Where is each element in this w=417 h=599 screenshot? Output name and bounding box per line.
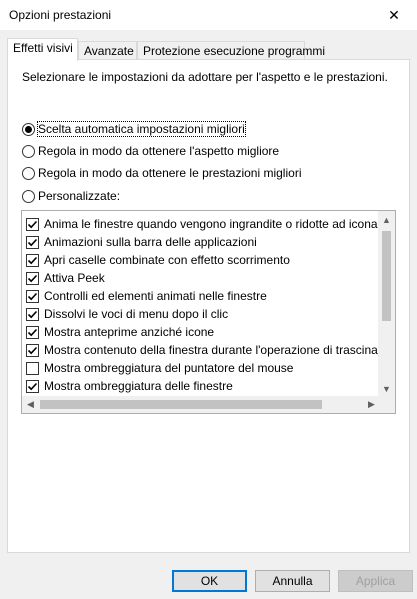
- radio-label: Regola in modo da ottenere l'aspetto mig…: [38, 144, 280, 158]
- radio-label: Scelta automatica impostazioni migliori: [37, 121, 246, 137]
- performance-options-dialog: Opzioni prestazioni ✕ Effetti visivi Ava…: [0, 0, 417, 599]
- horizontal-scroll-thumb[interactable]: [40, 400, 322, 409]
- effects-list-items: Anima le finestre quando vengono ingrand…: [22, 211, 380, 397]
- tab-label: Avanzate: [84, 44, 134, 58]
- list-item-label: Dissolvi le voci di menu dopo il clic: [44, 307, 229, 321]
- list-item-label: Apri caselle combinate con effetto scorr…: [44, 253, 290, 267]
- list-item[interactable]: Anima le finestre quando vengono ingrand…: [26, 215, 378, 233]
- list-item-label: Mostra contenuto della finestra durante …: [44, 343, 380, 357]
- list-item-label: Attiva Peek: [44, 271, 105, 285]
- checkmark-icon: [27, 310, 38, 318]
- checkbox[interactable]: [26, 235, 39, 249]
- radio-let-windows-choose[interactable]: Scelta automatica impostazioni migliori: [22, 120, 246, 138]
- list-item[interactable]: Mostra anteprime anziché icone: [26, 323, 214, 341]
- close-button[interactable]: ✕: [371, 0, 417, 30]
- list-item[interactable]: Mostra ombreggiatura delle finestre: [26, 377, 233, 395]
- checkbox[interactable]: [26, 271, 39, 285]
- checkmark-icon: [27, 346, 38, 354]
- horizontal-scrollbar[interactable]: ◀ ▶: [22, 396, 380, 413]
- visual-effects-panel: Selezionare le impostazioni da adottare …: [7, 59, 410, 553]
- ok-button[interactable]: OK: [172, 570, 247, 592]
- tab-label: Effetti visivi: [13, 41, 73, 55]
- tab-visual-effects[interactable]: Effetti visivi: [7, 38, 78, 61]
- list-item[interactable]: Dissolvi le voci di menu dopo il clic: [26, 305, 228, 323]
- list-item[interactable]: Mostra ombreggiatura del puntatore del m…: [26, 359, 293, 377]
- list-item[interactable]: Mostra contenuto della finestra durante …: [26, 341, 380, 359]
- tab-advanced[interactable]: Avanzate: [78, 41, 137, 60]
- scroll-down-icon[interactable]: ▼: [378, 380, 395, 397]
- title-bar: Opzioni prestazioni ✕: [0, 0, 417, 30]
- checkbox[interactable]: [26, 361, 39, 375]
- tab-data-execution-prevention[interactable]: Protezione esecuzione programmi: [137, 41, 325, 60]
- list-item[interactable]: Apri caselle combinate con effetto scorr…: [26, 251, 290, 269]
- list-item[interactable]: Attiva Peek: [26, 269, 105, 287]
- list-item-label: Anima le finestre quando vengono ingrand…: [44, 217, 378, 231]
- radio-label: Personalizzate:: [38, 189, 121, 203]
- checkbox[interactable]: [26, 307, 39, 321]
- radio-best-appearance[interactable]: Regola in modo da ottenere l'aspetto mig…: [22, 142, 279, 160]
- list-item-label: Mostra ombreggiatura del puntatore del m…: [44, 361, 294, 375]
- scroll-up-icon[interactable]: ▲: [378, 211, 395, 228]
- scroll-left-icon[interactable]: ◀: [22, 396, 39, 413]
- window-title: Opzioni prestazioni: [9, 8, 112, 22]
- radio-indicator[interactable]: [22, 144, 35, 158]
- checkmark-icon: [27, 328, 38, 336]
- apply-button[interactable]: Applica: [338, 570, 413, 592]
- list-item-label: Animazioni sulla barra delle applicazion…: [44, 235, 257, 249]
- vertical-scroll-thumb[interactable]: [382, 231, 391, 321]
- checkmark-icon: [27, 292, 38, 300]
- checkbox[interactable]: [26, 379, 39, 393]
- list-item-label: Controlli ed elementi animati nelle fine…: [44, 289, 267, 303]
- checkmark-icon: [27, 382, 38, 390]
- tab-strip: Effetti visivi Avanzate Protezione esecu…: [7, 38, 411, 61]
- radio-indicator[interactable]: [22, 122, 35, 136]
- radio-best-performance[interactable]: Regola in modo da ottenere le prestazion…: [22, 164, 301, 182]
- checkbox[interactable]: [26, 325, 39, 339]
- scrollbar-corner: [378, 396, 395, 413]
- list-item-label: Mostra anteprime anziché icone: [44, 325, 215, 339]
- close-icon: ✕: [388, 6, 400, 23]
- list-item-label: Mostra ombreggiatura delle finestre: [44, 379, 233, 393]
- visual-effects-list[interactable]: Anima le finestre quando vengono ingrand…: [21, 210, 396, 414]
- list-item[interactable]: Controlli ed elementi animati nelle fine…: [26, 287, 267, 305]
- checkbox[interactable]: [26, 343, 39, 357]
- vertical-scrollbar[interactable]: ▲ ▼: [378, 211, 395, 397]
- checkbox[interactable]: [26, 217, 39, 231]
- radio-indicator[interactable]: [22, 189, 35, 203]
- radio-label: Regola in modo da ottenere le prestazion…: [38, 166, 302, 180]
- radio-indicator[interactable]: [22, 166, 35, 180]
- cancel-button[interactable]: Annulla: [255, 570, 330, 592]
- list-item[interactable]: Animazioni sulla barra delle applicazion…: [26, 233, 257, 251]
- checkmark-icon: [27, 274, 38, 282]
- checkmark-icon: [27, 220, 38, 228]
- panel-description: Selezionare le impostazioni da adottare …: [22, 70, 388, 84]
- checkmark-icon: [27, 256, 38, 264]
- checkbox[interactable]: [26, 253, 39, 267]
- tab-label: Protezione esecuzione programmi: [143, 44, 326, 58]
- checkmark-icon: [27, 238, 38, 246]
- radio-custom[interactable]: Personalizzate:: [22, 187, 120, 205]
- checkbox[interactable]: [26, 289, 39, 303]
